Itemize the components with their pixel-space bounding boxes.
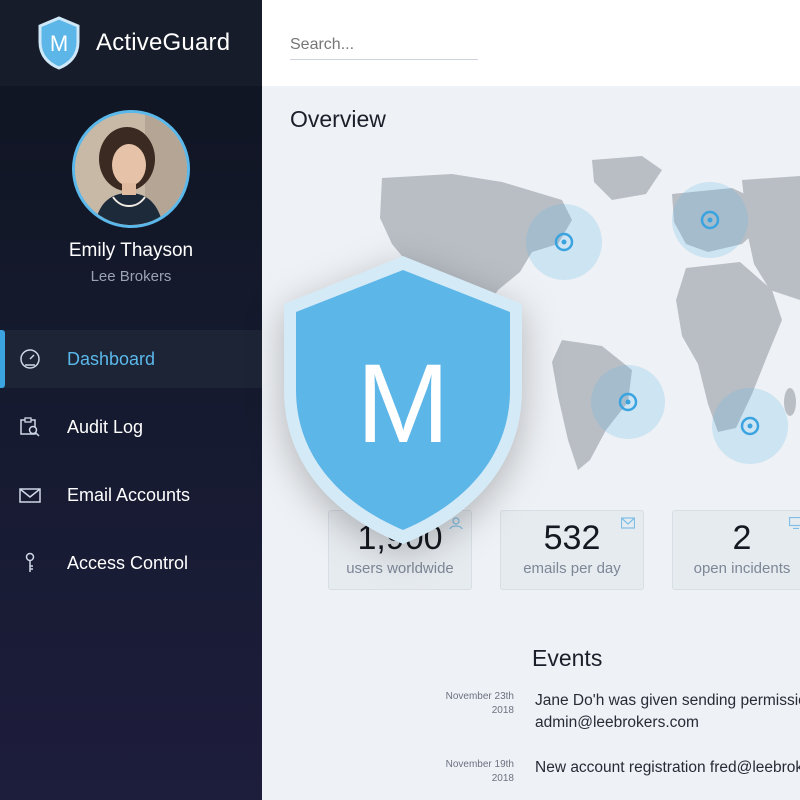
stat-label: open incidents xyxy=(693,560,791,577)
event-date-year: 2018 xyxy=(491,773,514,784)
shield-logo-icon: M xyxy=(38,16,80,70)
page-title: Overview xyxy=(290,106,386,132)
event-text-line: Jane Do'h was given sending permissions xyxy=(535,692,800,709)
avatar-portrait-icon xyxy=(75,113,187,225)
sidebar-item-label: Access Control xyxy=(67,552,189,573)
sidebar-item-audit-log[interactable]: Audit Log xyxy=(0,398,262,456)
svg-text:M: M xyxy=(356,341,449,466)
envelope-icon xyxy=(18,483,42,507)
stat-value: 2 xyxy=(732,519,752,557)
monitor-icon xyxy=(789,517,800,529)
map-marker-north-america[interactable] xyxy=(526,204,602,280)
events-title: Events xyxy=(532,645,603,671)
event-item[interactable]: New account registration fred@leebrokers xyxy=(535,757,800,779)
avatar[interactable] xyxy=(72,110,190,228)
brand-header: M ActiveGuard xyxy=(0,0,262,86)
map-marker-south-america[interactable] xyxy=(591,365,665,439)
user-company: Lee Brokers xyxy=(90,268,172,285)
gauge-icon xyxy=(18,347,42,371)
key-icon xyxy=(18,551,42,575)
sidebar-item-label: Email Accounts xyxy=(67,484,191,505)
clipboard-search-icon xyxy=(18,415,42,439)
event-date-line: November 23th xyxy=(445,691,514,702)
sidebar-item-email-accounts[interactable]: Email Accounts xyxy=(0,466,262,524)
shield-logo-overlay-icon: M xyxy=(284,256,522,544)
map-marker-africa[interactable] xyxy=(712,388,788,464)
stat-label: users worldwide xyxy=(346,560,454,577)
sidebar-item-access-control[interactable]: Access Control xyxy=(0,534,262,592)
stat-label: emails per day xyxy=(523,560,621,577)
event-date-line: November 19th xyxy=(445,759,514,770)
stat-card-incidents: 2 open incidents xyxy=(672,510,800,590)
event-text-line: admin@leebrokers.com xyxy=(535,714,699,731)
sidebar-item-dashboard[interactable]: Dashboard xyxy=(0,330,262,388)
event-date: November 19th 2018 xyxy=(434,758,514,786)
event-date: November 23th 2018 xyxy=(434,690,514,718)
map-marker-europe[interactable] xyxy=(672,182,748,258)
sidebar-item-label: Dashboard xyxy=(67,348,156,369)
top-bar xyxy=(262,0,800,86)
sidebar: M ActiveGuard Emily Thayson Lee Brokers … xyxy=(0,0,262,800)
sidebar-nav: Dashboard Audit Log Email Accounts Acces… xyxy=(0,330,262,602)
brand-name: ActiveGuard xyxy=(96,29,231,56)
svg-text:M: M xyxy=(50,31,68,56)
event-date-year: 2018 xyxy=(491,705,514,716)
event-item[interactable]: Jane Do'h was given sending permissions … xyxy=(535,690,800,734)
search-input[interactable] xyxy=(290,30,478,60)
user-profile: Emily Thayson Lee Brokers xyxy=(0,86,262,285)
event-text-line: New account registration fred@leebrokers xyxy=(535,759,800,776)
user-name: Emily Thayson xyxy=(68,240,194,261)
envelope-icon xyxy=(621,517,635,529)
sidebar-item-label: Audit Log xyxy=(67,416,144,437)
